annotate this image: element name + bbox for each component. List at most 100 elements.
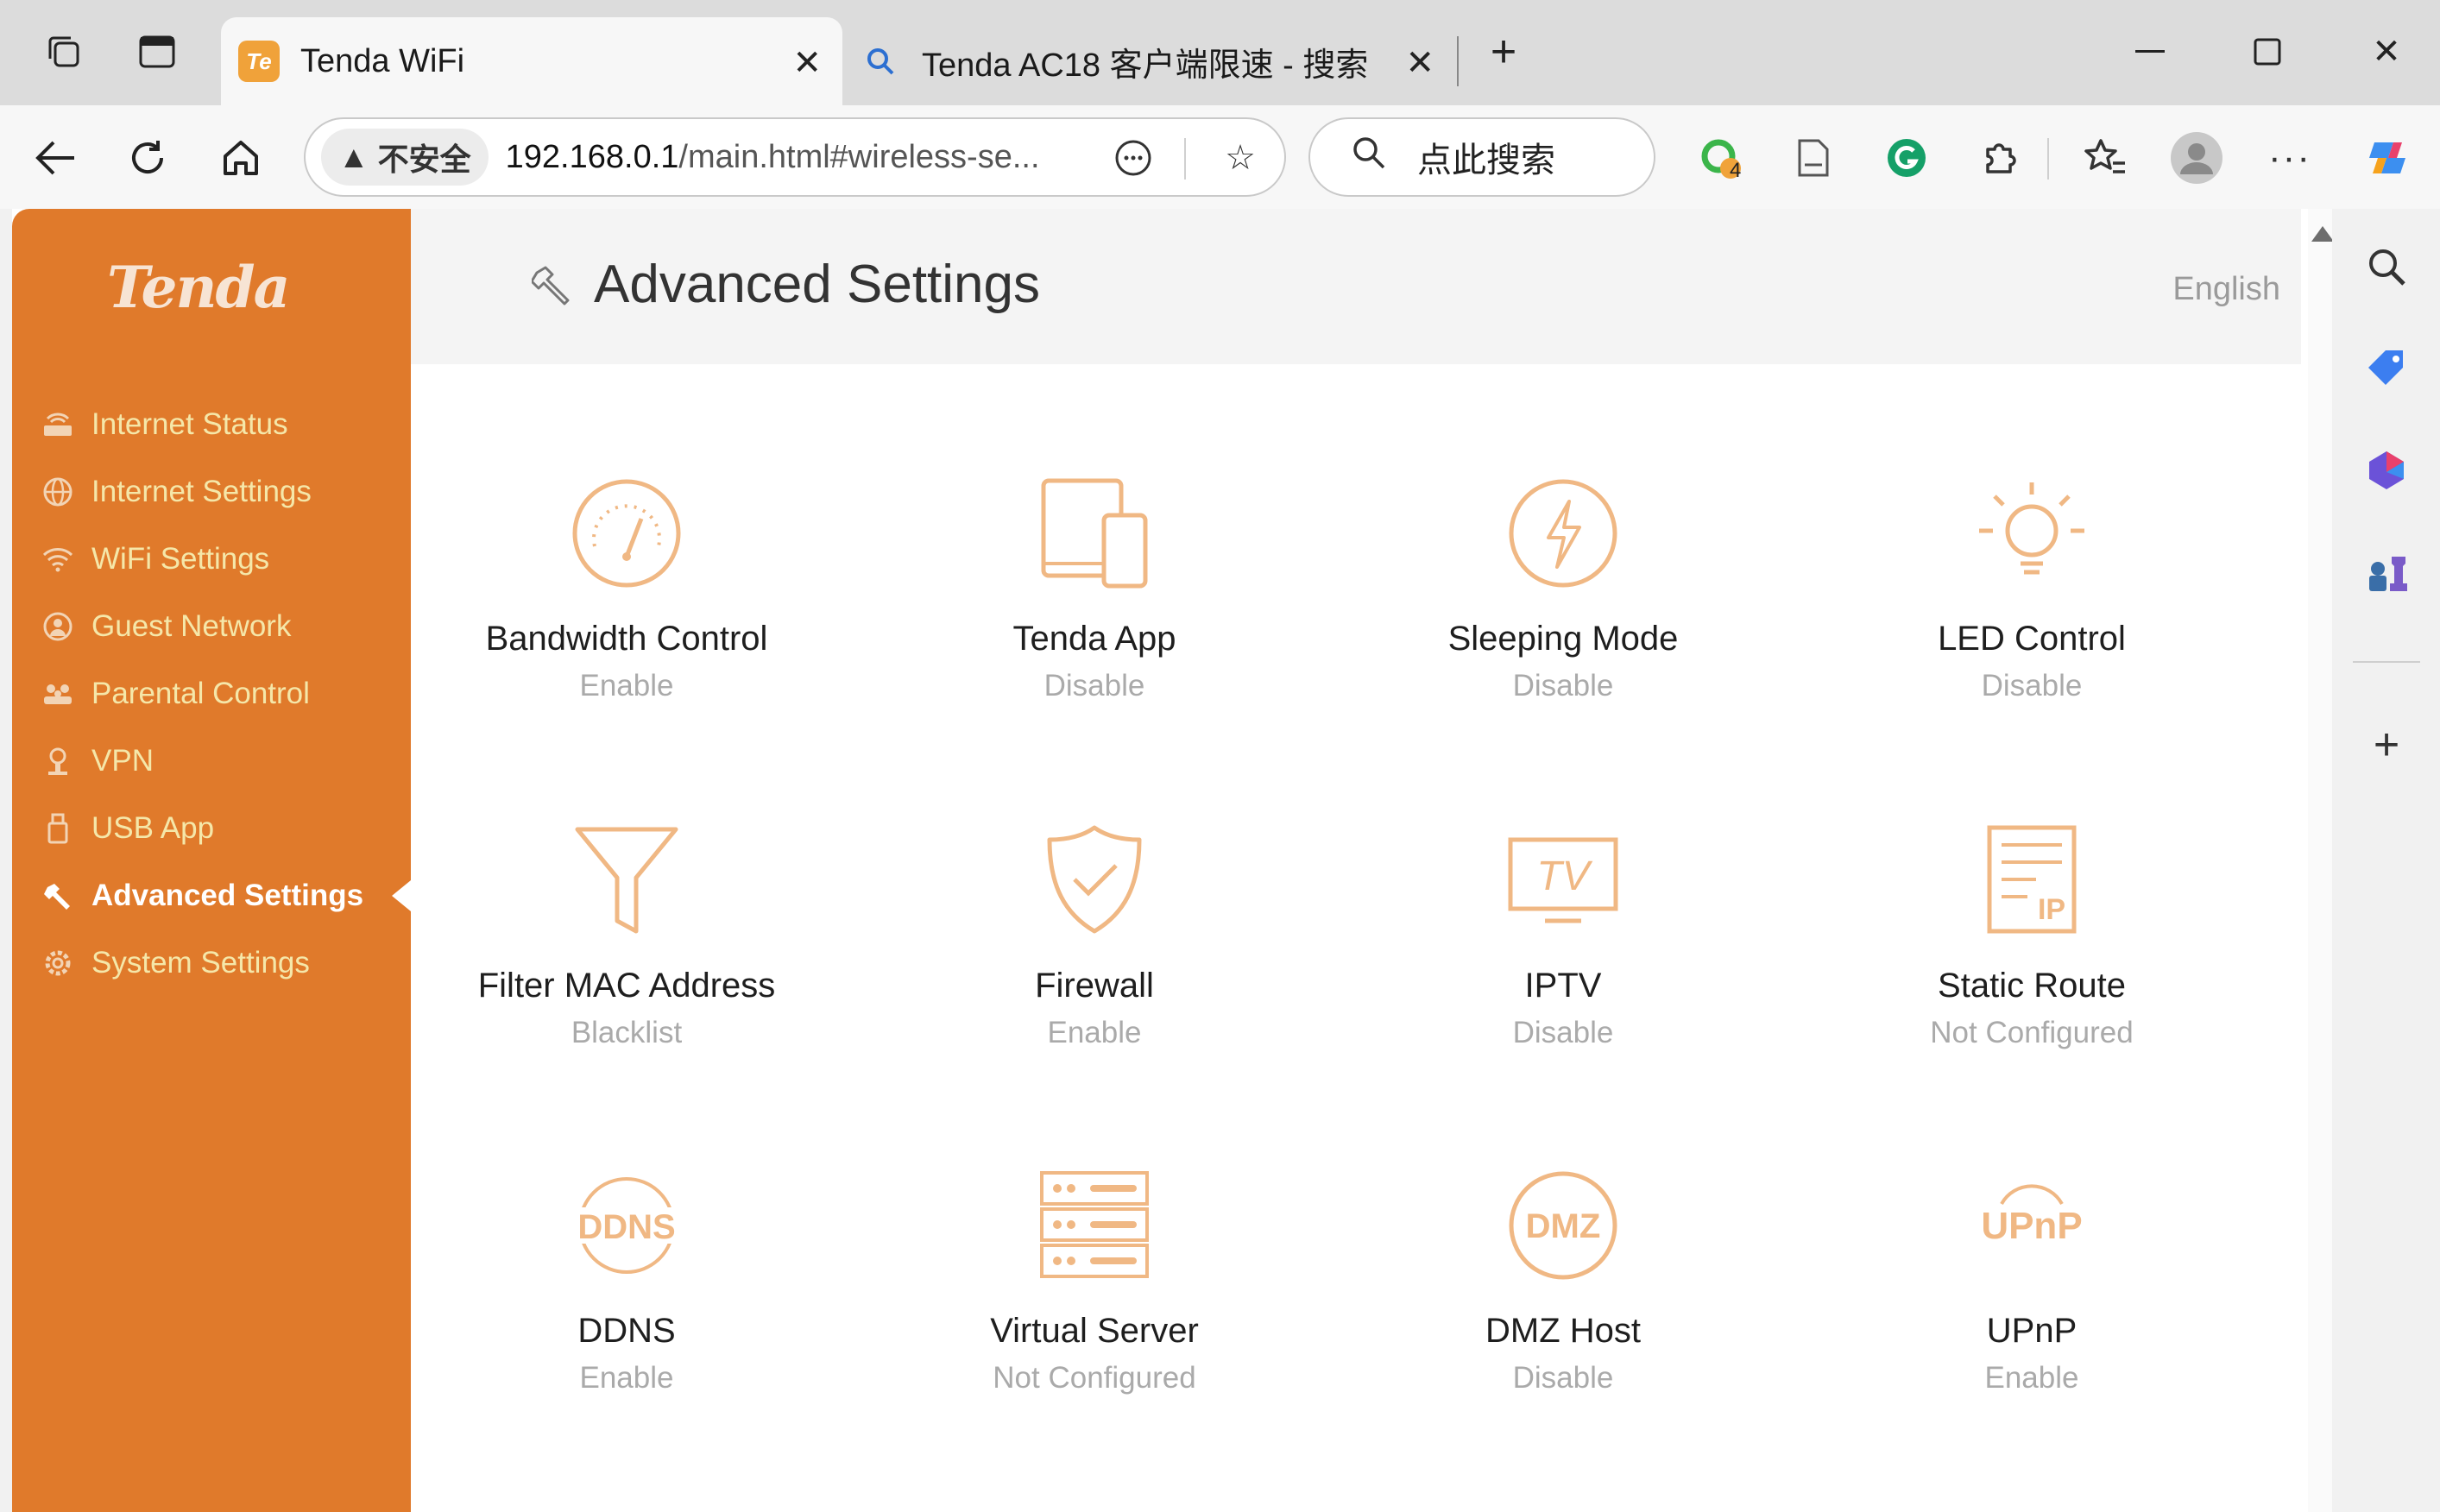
maximize-icon[interactable]: [2237, 26, 2298, 78]
feature-name: Firewall: [1035, 967, 1154, 1005]
new-tab-icon[interactable]: +: [1478, 26, 1529, 78]
copilot-icon[interactable]: [2360, 129, 2417, 186]
close-window-icon[interactable]: ✕: [2356, 26, 2417, 78]
feature-name: Sleeping Mode: [1447, 620, 1679, 658]
feature-name: Bandwidth Control: [485, 620, 768, 658]
page-viewport: Tenda Internet Status Internet Settings …: [12, 209, 2332, 1512]
guest-icon: [41, 610, 74, 643]
refresh-icon[interactable]: [119, 129, 176, 186]
sidebar-item-parental-control[interactable]: Parental Control: [12, 659, 411, 728]
bulb-icon: [1971, 473, 2092, 594]
feature-firewall[interactable]: Firewall Enable: [879, 820, 1310, 1079]
lightning-icon: [1503, 473, 1624, 594]
ddns-icon: DDNS: [566, 1165, 687, 1286]
extension-badge: 4: [1730, 159, 1742, 182]
feature-upnp[interactable]: UPnP UPnP Enable: [1816, 1165, 2248, 1424]
workspaces-icon[interactable]: [38, 26, 90, 78]
tab-strip: Te Tenda WiFi ✕ Tenda AC18 客户端限速 - 搜索 ✕ …: [0, 0, 2440, 105]
feature-sleeping-mode[interactable]: Sleeping Mode Disable: [1347, 473, 1779, 732]
sidebar-item-advanced-settings[interactable]: Advanced Settings: [12, 861, 411, 930]
globe-icon: [41, 476, 74, 508]
feature-status: Enable: [1047, 1016, 1142, 1049]
svg-text:DMZ: DMZ: [1526, 1207, 1601, 1245]
feature-tenda-app[interactable]: Tenda App Disable: [879, 473, 1310, 732]
upnp-icon: UPnP: [1971, 1165, 2092, 1286]
search-icon: [1352, 135, 1386, 179]
page-header: Advanced Settings English: [411, 209, 2301, 364]
extensions-puzzle-icon[interactable]: [1971, 129, 2028, 186]
feature-filter-mac-address[interactable]: Filter MAC Address Blacklist: [411, 820, 842, 1079]
sidebar-item-guest-network[interactable]: Guest Network: [12, 592, 411, 661]
tab-actions-icon[interactable]: [131, 26, 183, 78]
feature-led-control[interactable]: LED Control Disable: [1816, 473, 2248, 732]
sidebar-item-internet-settings[interactable]: Internet Settings: [12, 457, 411, 526]
feature-status: Disable: [1512, 1361, 1614, 1395]
profile-avatar-icon[interactable]: [2168, 129, 2225, 186]
sidebar-item-usb-app[interactable]: USB App: [12, 794, 411, 863]
close-tab-icon[interactable]: ✕: [792, 43, 822, 83]
language-selector[interactable]: English: [2172, 271, 2280, 308]
address-bar[interactable]: ▲ 不安全 192.168.0.1/main.html#wireless-se.…: [304, 117, 1286, 197]
search-icon[interactable]: [2358, 238, 2415, 295]
tab-search[interactable]: Tenda AC18 客户端限速 - 搜索 ✕: [842, 17, 1455, 105]
tab-title: Tenda AC18 客户端限速 - 搜索: [922, 47, 1369, 84]
feature-iptv[interactable]: TV IPTV Disable: [1347, 820, 1779, 1079]
feature-status: Disable: [1512, 669, 1614, 702]
omnibox-divider: [1184, 138, 1186, 180]
sidebar-item-label: Internet Settings: [91, 475, 312, 508]
url-text[interactable]: 192.168.0.1/main.html#wireless-se...: [506, 139, 1040, 176]
sidebar-item-vpn[interactable]: VPN: [12, 727, 411, 796]
vpn-icon: [41, 745, 74, 778]
dmz-icon: DMZ: [1503, 1165, 1624, 1286]
feature-ddns[interactable]: DDNS DDNS Enable: [411, 1165, 842, 1424]
tenda-favicon-icon: Te: [238, 41, 280, 82]
grammarly-icon[interactable]: [1878, 129, 1935, 186]
scroll-up-arrow-icon[interactable]: [2311, 226, 2332, 242]
minimize-icon[interactable]: [2120, 26, 2180, 78]
m365-icon[interactable]: [2358, 442, 2415, 499]
home-icon[interactable]: [212, 129, 269, 186]
document-icon[interactable]: [1785, 129, 1842, 186]
feature-name: Tenda App: [1012, 620, 1176, 658]
tab-tenda-wifi[interactable]: Te Tenda WiFi ✕: [221, 17, 842, 105]
shield-icon: [1034, 820, 1155, 941]
read-aloud-icon[interactable]: [1105, 129, 1162, 186]
toolbar-divider: [2047, 138, 2049, 180]
sidebar-item-internet-status[interactable]: Internet Status: [12, 390, 411, 459]
sidebar-item-label: Internet Status: [91, 407, 288, 441]
add-sidebar-app-icon[interactable]: +: [2358, 716, 2415, 773]
feature-virtual-server[interactable]: Virtual Server Not Configured: [879, 1165, 1310, 1424]
svg-text:TV: TV: [1536, 854, 1592, 899]
navigation-bar: ▲ 不安全 192.168.0.1/main.html#wireless-se.…: [0, 105, 2440, 209]
feature-name: IPTV: [1524, 967, 1602, 1005]
back-icon[interactable]: [26, 129, 83, 186]
favorite-star-icon[interactable]: ☆: [1212, 129, 1269, 186]
feature-status: Blacklist: [571, 1016, 683, 1049]
vertical-scrollbar[interactable]: [2308, 209, 2332, 1512]
sidebar-item-label: Parental Control: [91, 677, 310, 710]
feature-static-route[interactable]: IP Static Route Not Configured: [1816, 820, 2248, 1079]
search-box[interactable]: 点此搜索: [1308, 117, 1655, 197]
security-indicator[interactable]: ▲ 不安全: [321, 129, 489, 186]
svg-text:DDNS: DDNS: [577, 1208, 675, 1246]
wrench-icon: [41, 879, 74, 912]
favorites-icon[interactable]: [2077, 129, 2134, 186]
sidebar-item-system-settings[interactable]: System Settings: [12, 929, 411, 998]
feature-status: Not Configured: [993, 1361, 1196, 1395]
more-menu-icon[interactable]: ···: [2261, 129, 2318, 186]
games-chess-icon[interactable]: [2358, 544, 2415, 601]
tv-icon: TV: [1503, 820, 1624, 941]
feature-status: Disable: [1981, 669, 2083, 702]
feature-status: Enable: [1984, 1361, 2079, 1395]
route-list-icon: IP: [1971, 820, 2092, 941]
shopping-tag-icon[interactable]: [2358, 340, 2415, 397]
sidebar-item-wifi-settings[interactable]: WiFi Settings: [12, 525, 411, 594]
feature-dmz-host[interactable]: DMZ DMZ Host Disable: [1347, 1165, 1779, 1424]
close-tab-icon[interactable]: ✕: [1405, 43, 1434, 83]
feature-bandwidth-control[interactable]: Bandwidth Control Enable: [411, 473, 842, 732]
feature-status: Disable: [1512, 1016, 1614, 1049]
feature-name: DMZ Host: [1485, 1312, 1641, 1350]
svg-text:UPnP: UPnP: [1981, 1205, 2082, 1247]
feature-name: DDNS: [577, 1312, 676, 1350]
extension-circle-icon[interactable]: 4: [1692, 129, 1749, 186]
